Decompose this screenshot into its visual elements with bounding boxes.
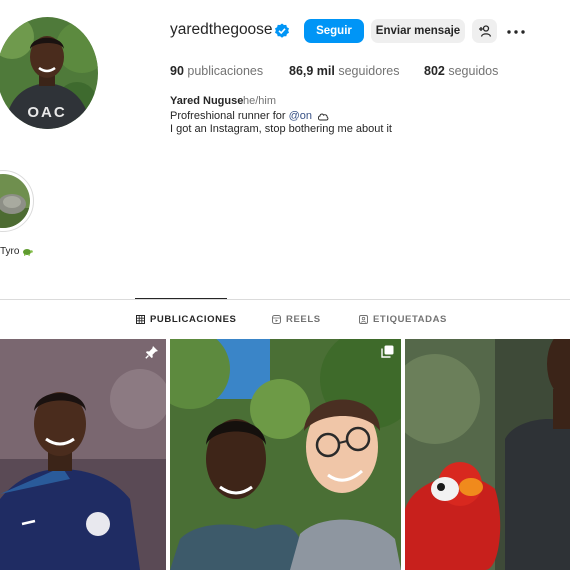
add-user-icon	[478, 25, 491, 37]
highlight-cover-image	[0, 174, 30, 228]
following-label: seguidos	[448, 64, 499, 78]
following-count: 802	[424, 64, 445, 78]
tab-reels[interactable]: REELS	[272, 314, 321, 325]
tagged-icon	[359, 315, 368, 324]
post-thumbnail[interactable]	[170, 339, 401, 570]
verified-badge-icon	[274, 23, 290, 39]
cloud-icon	[318, 113, 329, 121]
post-thumbnail[interactable]	[0, 339, 166, 570]
post-thumbnail[interactable]	[405, 339, 570, 570]
pin-icon	[145, 345, 159, 359]
more-options-icon[interactable]	[506, 25, 526, 37]
bio-line-1: Profreshional runner for @on	[170, 110, 329, 122]
send-message-button[interactable]: Enviar mensaje	[371, 19, 465, 43]
tab-posts-label: PUBLICACIONES	[150, 314, 237, 325]
tab-tagged[interactable]: ETIQUETADAS	[359, 314, 447, 325]
tab-tagged-label: ETIQUETADAS	[373, 314, 447, 325]
posts-count: 90	[170, 64, 184, 78]
carousel-icon	[381, 345, 394, 358]
followers-count: 86,9 mil	[289, 64, 335, 78]
pronouns: he/him	[243, 95, 277, 107]
profile-avatar[interactable]: OAC	[0, 17, 98, 129]
tab-posts[interactable]: PUBLICACIONES	[136, 314, 236, 325]
turtle-emoji-icon	[23, 249, 34, 256]
follow-button[interactable]: Seguir	[304, 19, 364, 43]
highlight-label: Tyro	[0, 246, 34, 257]
tabs-divider	[0, 299, 570, 300]
svg-text:OAC: OAC	[27, 104, 66, 121]
tab-reels-label: REELS	[286, 314, 321, 325]
posts-count-stat: 90 publicaciones	[170, 64, 263, 78]
bio-text: Profreshional runner for	[170, 110, 286, 122]
bio-mention-link[interactable]: @on	[289, 110, 312, 122]
suggested-users-button[interactable]	[472, 19, 497, 43]
following-stat[interactable]: 802 seguidos	[424, 64, 498, 78]
followers-label: seguidores	[338, 64, 400, 78]
username: yaredthegoose	[170, 21, 273, 38]
active-tab-indicator	[135, 298, 227, 299]
full-name: Yared Nuguse	[170, 95, 244, 107]
story-highlight[interactable]	[0, 170, 34, 232]
bio-line-2: I got an Instagram, stop bothering me ab…	[170, 123, 392, 135]
reels-icon	[272, 315, 281, 324]
followers-stat[interactable]: 86,9 mil seguidores	[289, 64, 400, 78]
grid-icon	[136, 315, 145, 324]
posts-label: publicaciones	[187, 64, 264, 78]
